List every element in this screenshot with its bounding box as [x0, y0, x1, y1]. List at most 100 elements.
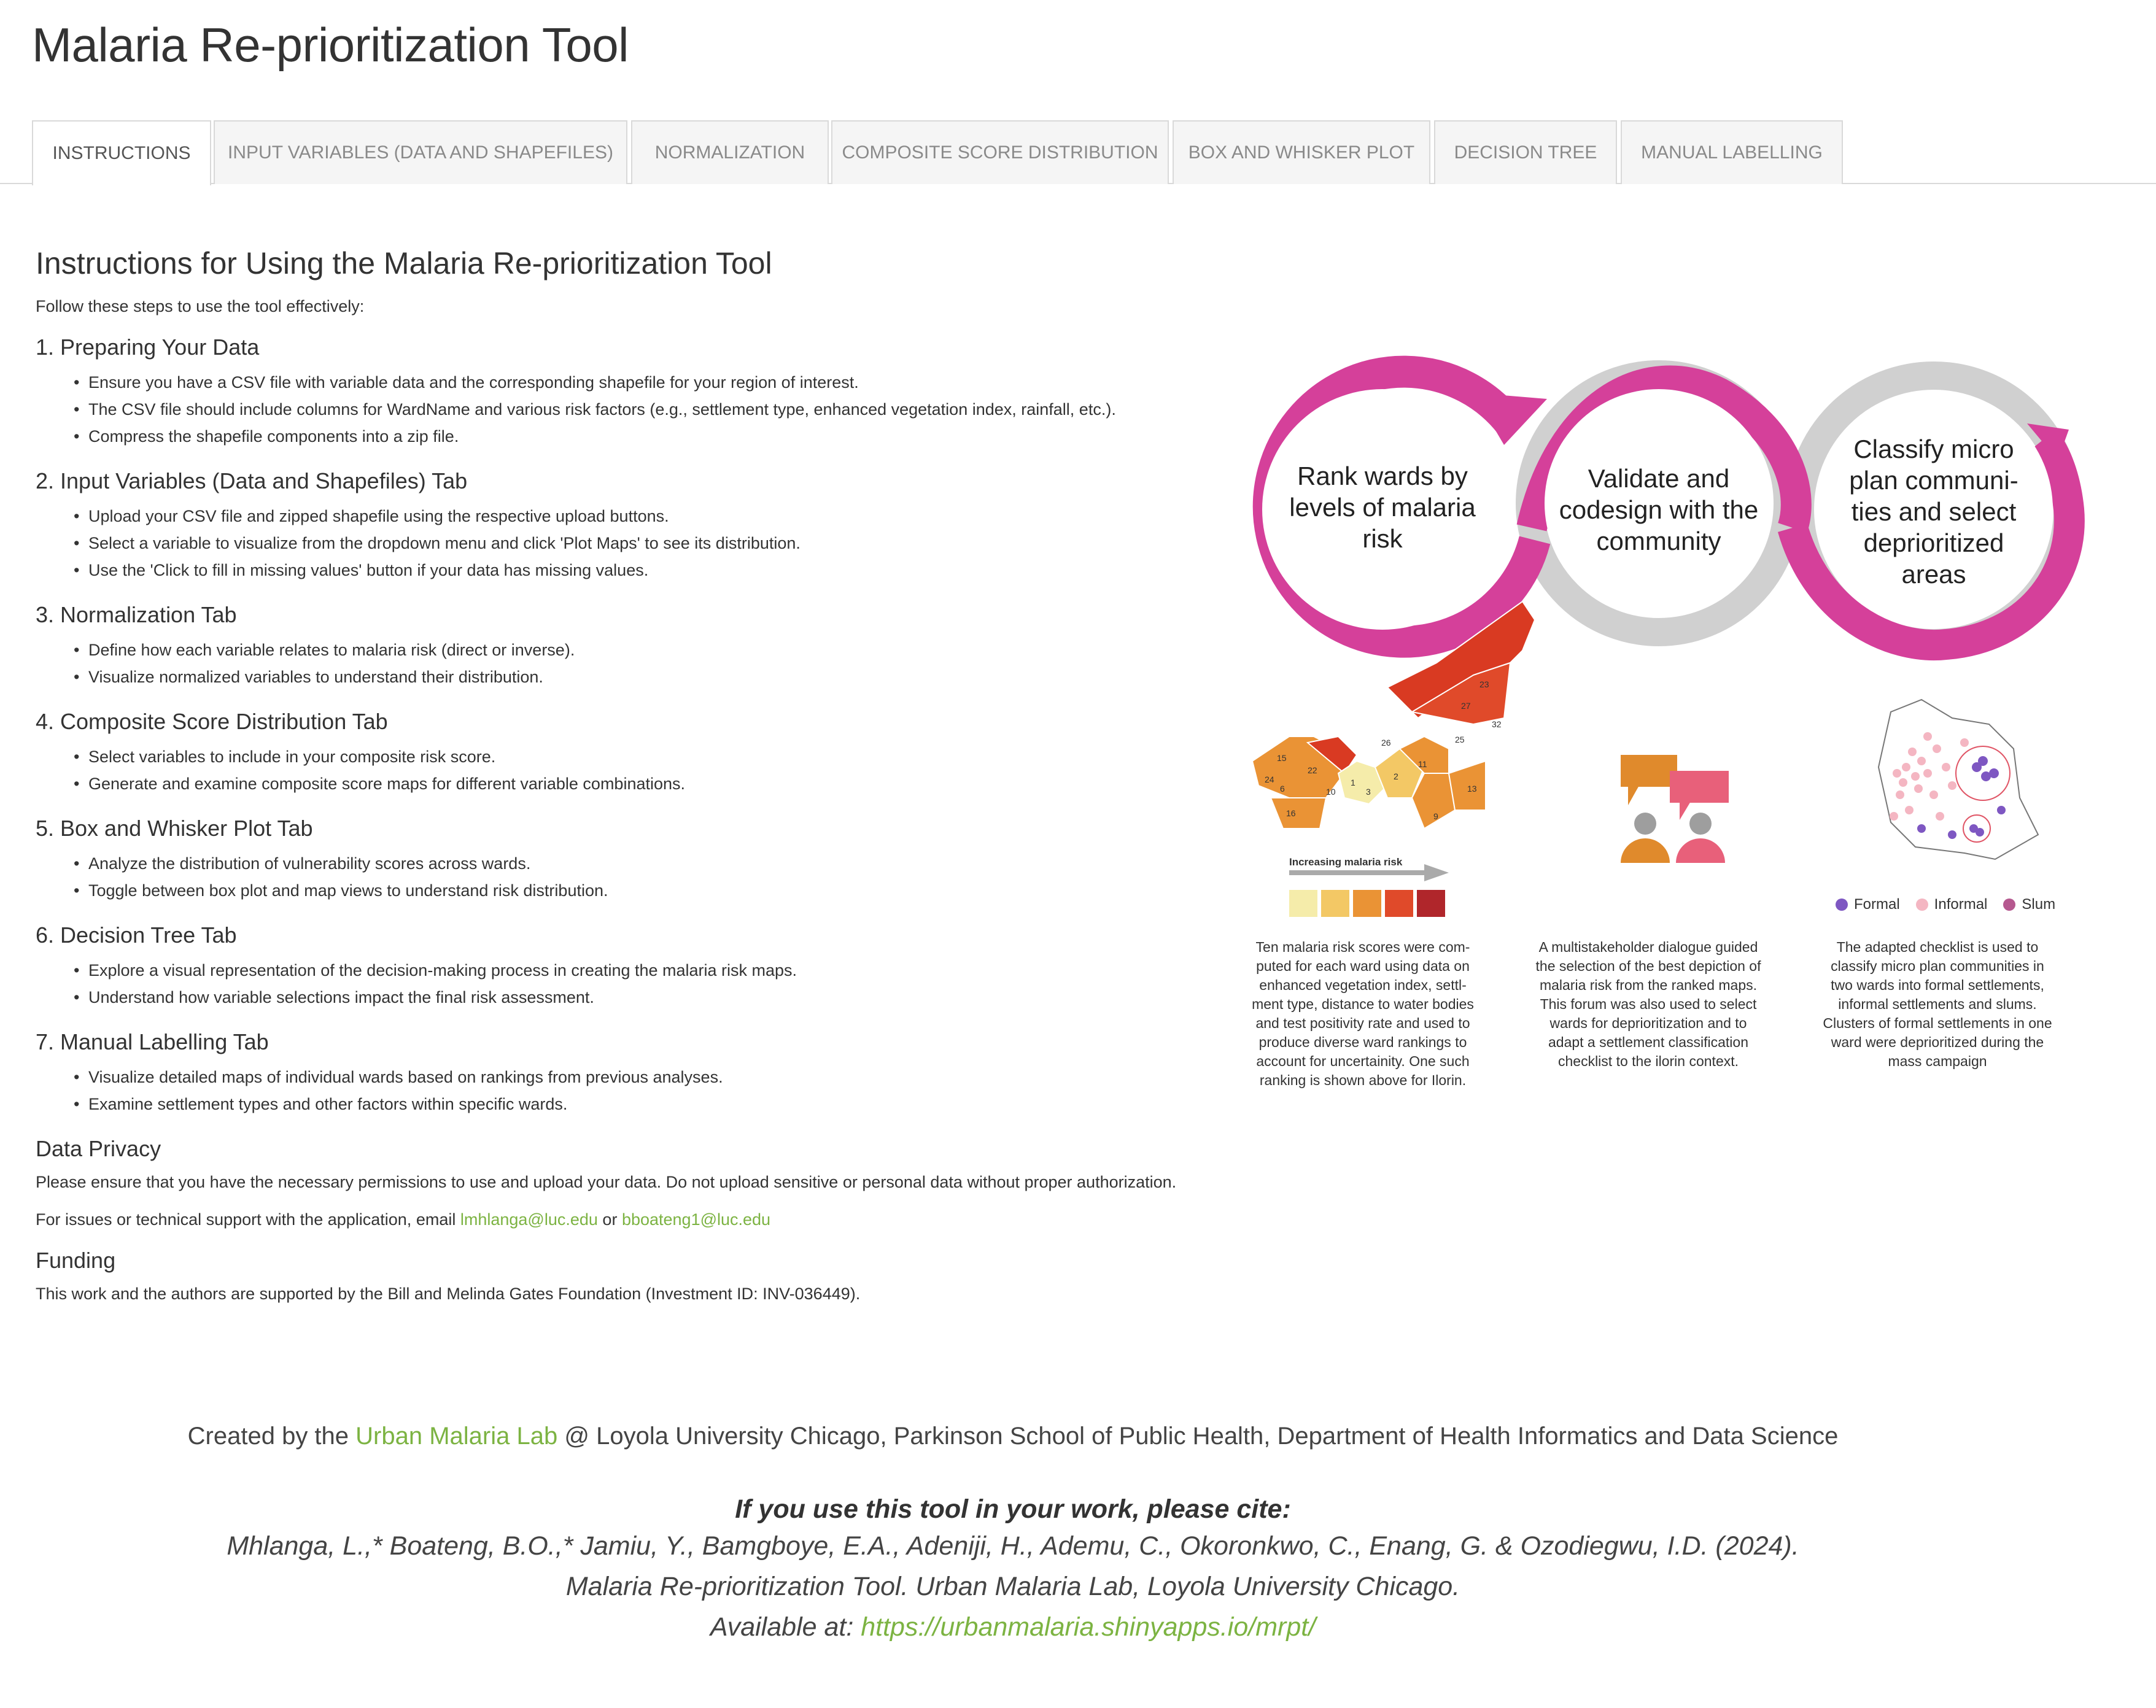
tab-box-whisker[interactable]: BOX AND WHISKER PLOT: [1173, 120, 1430, 184]
tab-normalization[interactable]: NORMALIZATION: [631, 120, 829, 184]
caption-rank: Ten malaria risk scores were com- puted …: [1228, 938, 1498, 1090]
ward-number: 16: [1286, 808, 1296, 818]
list-item: Define how each variable relates to mala…: [74, 636, 1263, 663]
caption-line: A multistakeholder dialogue guided: [1538, 939, 1758, 955]
funding-title: Funding: [36, 1248, 116, 1273]
ward-number: 15: [1277, 753, 1287, 763]
support-line: For issues or technical support with the…: [36, 1210, 1263, 1229]
privacy-text: Please ensure that you have the necessar…: [36, 1173, 1177, 1191]
ward-number: 3: [1366, 787, 1371, 797]
tab-decision-tree[interactable]: DECISION TREE: [1434, 120, 1617, 184]
ward-number: 1: [1351, 778, 1355, 787]
bullet-list: Explore a visual representation of the d…: [36, 957, 1263, 1011]
tool-url-link[interactable]: https://urbanmalaria.shinyapps.io/mrpt/: [861, 1612, 1316, 1642]
risk-swatch: [1289, 890, 1317, 917]
list-item: The CSV file should include columns for …: [74, 396, 1263, 423]
caption-validate: A multistakeholder dialogue guided the s…: [1510, 938, 1786, 1071]
ward-number: 23: [1479, 679, 1489, 689]
instructions-heading: Instructions for Using the Malaria Re-pr…: [36, 246, 772, 280]
section-composite-score: 4. Composite Score Distribution Tab Sele…: [36, 709, 1263, 797]
cite-heading: If you use this tool in your work, pleas…: [735, 1494, 1291, 1524]
section-title: 3. Normalization Tab: [36, 602, 237, 627]
citation-title: Malaria Re-prioritization Tool. Urban Ma…: [565, 1572, 1460, 1601]
privacy-title: Data Privacy: [36, 1136, 161, 1161]
list-item: Visualize normalized variables to unders…: [74, 663, 1263, 690]
ring-label-line: ties and select: [1851, 497, 2017, 526]
risk-legend-label: Increasing malaria risk: [1289, 856, 1403, 868]
caption-line: two wards into formal settlements,: [1831, 977, 2044, 993]
list-item: Visualize detailed maps of individual wa…: [74, 1064, 1263, 1091]
ward-number: 32: [1492, 719, 1502, 729]
ring-label-line: risk: [1362, 524, 1403, 553]
ring-label-validate: Validate and codesign with the community: [1536, 463, 1782, 557]
risk-swatch: [1385, 890, 1413, 917]
caption-line: ment type, distance to water bodies: [1252, 996, 1474, 1012]
ward-number: 25: [1455, 735, 1465, 744]
caption-line: account for uncertainity. One such: [1256, 1053, 1470, 1069]
legend-dot-informal: [1915, 898, 1928, 911]
caption-line: The adapted checklist is used to: [1836, 939, 2039, 955]
ward-number: 13: [1467, 784, 1477, 794]
caption-line: adapt a settlement classification: [1548, 1034, 1748, 1050]
section-decision-tree: 6. Decision Tree Tab Explore a visual re…: [36, 922, 1263, 1011]
section-title: 1. Preparing Your Data: [36, 334, 260, 360]
caption-line: ward were deprioritized during the: [1831, 1034, 2044, 1050]
caption-line: This forum was also used to select: [1540, 996, 1757, 1012]
caption-classify: The adapted checklist is used to classif…: [1796, 938, 2079, 1071]
email-link-mhlanga[interactable]: lmhlanga@luc.edu: [460, 1210, 598, 1229]
risk-swatch: [1353, 890, 1381, 917]
caption-line: puted for each ward using data on: [1256, 958, 1470, 974]
footer: Created by the Urban Malaria Lab @ Loyol…: [0, 1423, 2026, 1644]
list-item: Examine settlement types and other facto…: [74, 1091, 1263, 1118]
citation-availability: Available at: https://urbanmalaria.shiny…: [0, 1610, 2026, 1644]
tab-input-variables[interactable]: INPUT VARIABLES (DATA AND SHAPEFILES): [214, 120, 627, 184]
credit-line: Created by the Urban Malaria Lab @ Loyol…: [0, 1423, 2026, 1450]
ring-label-line: community: [1596, 527, 1721, 555]
credit-prefix: Created by the: [187, 1423, 349, 1450]
tab-composite-score[interactable]: COMPOSITE SCORE DISTRIBUTION: [831, 120, 1169, 184]
caption-line: classify micro plan communities in: [1831, 958, 2044, 974]
caption-line: checklist to the ilorin context.: [1557, 1053, 1739, 1069]
legend-dot-formal: [1836, 898, 1848, 911]
bullet-list: Upload your CSV file and zipped shapefil…: [36, 503, 1263, 584]
list-item: Analyze the distribution of vulnerabilit…: [74, 850, 1263, 877]
citation-authors: Mhlanga, L.,* Boateng, B.O.,* Jamiu, Y.,…: [227, 1531, 1799, 1561]
settlement-map: [1877, 698, 2039, 860]
ward-number: 2: [1394, 771, 1398, 781]
section-title: 4. Composite Score Distribution Tab: [36, 709, 388, 734]
ring-label-line: Validate and: [1588, 464, 1730, 493]
legend-label-formal: Formal: [1854, 896, 1900, 913]
ring-label-line: areas: [1901, 560, 1966, 589]
caption-line: informal settlements and slums.: [1838, 996, 2037, 1012]
ward-number: 27: [1461, 701, 1471, 711]
bullet-list: Analyze the distribution of vulnerabilit…: [36, 850, 1263, 904]
ring-label-line: deprioritized: [1863, 528, 2004, 557]
tab-instructions[interactable]: INSTRUCTIONS: [32, 120, 211, 185]
risk-arrow-head: [1424, 864, 1449, 881]
risk-swatches: [1289, 890, 1445, 917]
ring-label-line: plan communi-: [1849, 466, 2018, 495]
risk-swatch: [1321, 890, 1349, 917]
legend-dot-slum: [2003, 898, 2016, 911]
ward-number: 9: [1433, 811, 1438, 821]
or-text: or: [602, 1210, 618, 1229]
list-item: Select variables to include in your comp…: [74, 743, 1263, 770]
list-item: Ensure you have a CSV file with variable…: [74, 369, 1263, 396]
ward-number: 26: [1381, 738, 1391, 748]
urban-malaria-lab-link[interactable]: Urban Malaria Lab: [355, 1423, 557, 1450]
settlement-legend: Formal Informal Slum: [1836, 896, 2093, 913]
list-item: Compress the shapefile components into a…: [74, 423, 1263, 450]
section-title: 2. Input Variables (Data and Shapefiles)…: [36, 468, 468, 493]
email-link-boateng[interactable]: bboateng1@luc.edu: [622, 1210, 770, 1229]
ring-label-classify: Classify micro plan communi- ties and se…: [1811, 433, 2057, 590]
caption-line: mass campaign: [1888, 1053, 1987, 1069]
ward-number: 11: [1418, 759, 1427, 769]
section-title: 7. Manual Labelling Tab: [36, 1029, 269, 1054]
instructions-intro: Follow these steps to use the tool effec…: [36, 297, 365, 315]
section-preparing-data: 1. Preparing Your Data Ensure you have a…: [36, 334, 1263, 450]
tab-manual-labelling[interactable]: MANUAL LABELLING: [1621, 120, 1843, 184]
ward-number: 6: [1280, 784, 1285, 794]
section-title: 5. Box and Whisker Plot Tab: [36, 816, 313, 841]
risk-swatch: [1417, 890, 1445, 917]
section-normalization: 3. Normalization Tab Define how each var…: [36, 602, 1263, 690]
